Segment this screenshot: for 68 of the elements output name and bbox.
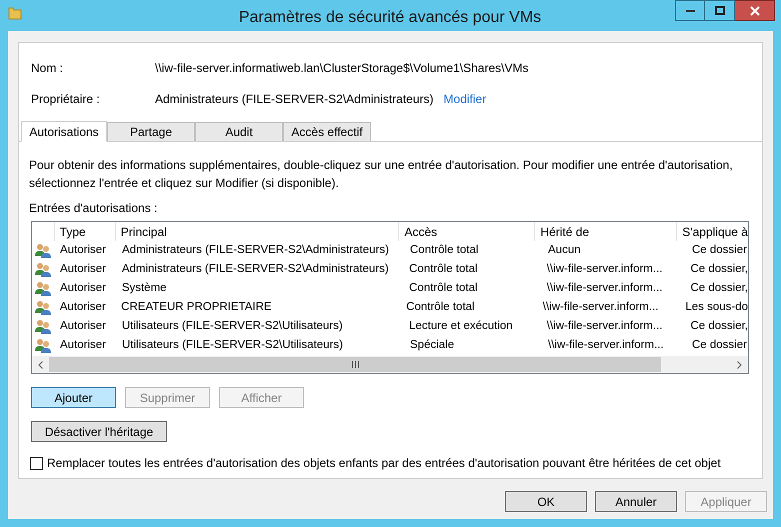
scroll-right-icon[interactable] <box>737 360 742 368</box>
scroll-left-icon[interactable] <box>38 360 43 368</box>
table-cell-text: Utilisateurs (FILE-SERVER-S2\Utilisateurs) <box>120 318 344 334</box>
users-icon <box>35 338 51 353</box>
tab[interactable]: Autorisations <box>21 121 107 142</box>
table-cell-text: \\iw-file-server.inform... <box>546 318 664 334</box>
column-header[interactable]: Type <box>54 222 115 241</box>
table-cell-text: Ce dossier <box>691 338 748 353</box>
table-cell-text: Contrôle total <box>408 262 479 277</box>
table-cell-text: Spéciale <box>409 338 456 353</box>
table-cell-text: \\iw-file-server.inform... <box>547 338 665 353</box>
button[interactable]: Annuler <box>595 491 677 512</box>
owner-label: Propriétaire : <box>31 91 101 108</box>
name-value: \\iw-file-server.informatiweb.lan\ClusterStorage$\Volume1\Shares\VMs <box>155 60 528 77</box>
table-cell-text: Lecture et exécution <box>408 318 514 334</box>
grip-icon <box>352 361 358 368</box>
button[interactable]: OK <box>505 491 587 512</box>
table-cell-text: Administrateurs (FILE-SERVER-S2\Administrateurs) <box>120 262 390 277</box>
table-cell-text: Ce dossier, <box>689 318 748 334</box>
table-cell-text: Contrôle total <box>409 242 480 258</box>
scroll-thumb[interactable] <box>49 357 661 372</box>
tab[interactable]: Audit <box>195 122 283 141</box>
table-cell-text: Système <box>120 280 168 296</box>
tab[interactable]: Partage <box>107 122 195 141</box>
users-icon <box>34 300 51 315</box>
change-owner-link[interactable]: Modifier <box>444 90 486 108</box>
table-cell-text: Autoriser <box>59 338 108 353</box>
column-header[interactable]: Hérité de <box>534 222 676 241</box>
table-cell-text: Aucun <box>547 242 582 258</box>
table-cell-text: Utilisateurs (FILE-SERVER-S2\Utilisateurs) <box>121 338 344 353</box>
name-label: Nom : <box>31 60 64 77</box>
table-cell-text: \\iw-file-server.inform... <box>542 300 660 315</box>
users-icon <box>34 281 51 296</box>
disable-inheritance-button[interactable]: Désactiver l'héritage <box>31 421 167 442</box>
column-header[interactable]: S'applique à <box>676 222 748 241</box>
table-cell-text: CREATEUR PROPRIETAIRE <box>120 300 273 315</box>
table-cell-text: Autoriser <box>58 262 107 277</box>
close-icon <box>750 6 760 16</box>
checkbox[interactable] <box>30 456 43 470</box>
tab[interactable]: Accès effectif <box>283 122 371 141</box>
users-icon <box>34 262 51 277</box>
minimize-button[interactable] <box>675 0 705 21</box>
table-cell-text: Ce dossier <box>691 242 748 258</box>
horizontal-scrollbar[interactable] <box>32 356 748 373</box>
table-cell-text: Ce dossier, <box>689 280 748 296</box>
table-cell-text: Contrôle total <box>408 280 479 296</box>
column-header[interactable]: Accès <box>398 222 534 241</box>
table-cell-text: Contrôle total <box>405 300 476 315</box>
button[interactable]: Ajouter <box>31 387 116 408</box>
description-text: Pour obtenir des informations supplémentaires, double-cliquez sur une entrée d'autorisation. Pour modifier une entrée d'autorisation, sélectionnez l'entrée et cliquez sur Modifier (si disponible). <box>29 157 734 192</box>
close-button[interactable] <box>735 0 775 21</box>
owner-value: Administrateurs (FILE-SERVER-S2\Administrateurs) <box>155 91 434 108</box>
table-cell-text: Les sous-do <box>684 300 748 315</box>
window-title: Paramètres de sécurité avancés pour VMs <box>238 8 542 28</box>
users-icon <box>35 243 51 258</box>
users-icon <box>34 319 51 334</box>
checkbox-label: Remplacer toutes les entrées d'autorisation des objets enfants par des entrées d'autorisation pouvant être héritées de cet objet <box>47 455 721 472</box>
folder-icon <box>8 6 22 20</box>
table-cell-text: \\iw-file-server.inform... <box>546 280 664 296</box>
table-cell-text: Autoriser <box>58 300 107 315</box>
table-cell-text: Autoriser <box>58 280 107 296</box>
column-header[interactable]: Principal <box>114 222 398 241</box>
table-cell-text: Autoriser <box>59 242 108 258</box>
table-cell-text: Ce dossier, <box>689 262 748 277</box>
table-cell-text: \\iw-file-server.inform... <box>546 262 664 277</box>
list-label: Entrées d'autorisations : <box>29 200 158 217</box>
table-cell-text: Administrateurs (FILE-SERVER-S2\Administrateurs) <box>121 242 390 258</box>
table-cell-text: Autoriser <box>58 318 107 334</box>
